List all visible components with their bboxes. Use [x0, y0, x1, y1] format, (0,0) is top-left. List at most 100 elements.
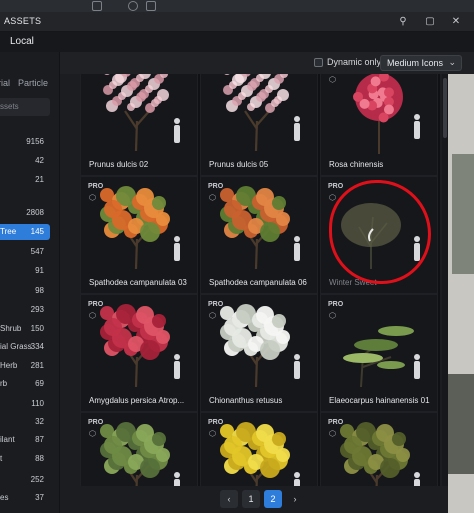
category-count: 69	[35, 379, 44, 388]
tab-material[interactable]: rial	[0, 78, 10, 88]
sidebar-category-row[interactable]: es 37	[0, 490, 50, 506]
pro-badge: PRO	[328, 419, 344, 426]
page-2-button[interactable]: 2	[264, 490, 282, 508]
sidebar-category-row[interactable]: 252	[0, 472, 50, 488]
sidebar-category-row[interactable]: Tree 145	[0, 224, 50, 240]
asset-tile[interactable]: PRO ⬡ Elaeocarpus hainanensis 01	[320, 294, 438, 412]
move-icon[interactable]	[92, 1, 102, 11]
sidebar-category-row[interactable]: t 88	[0, 451, 50, 467]
pro-badge: PRO	[88, 301, 104, 308]
asset-name: Amygdalus persica Atrop...	[89, 396, 185, 405]
sidebar-category-row[interactable]: Herb 281	[0, 358, 50, 374]
category-count: 32	[35, 417, 44, 426]
dynamic-only-checkbox[interactable]	[314, 58, 323, 67]
sidebar-category-row[interactable]: 110	[0, 396, 50, 412]
category-count: 293	[30, 305, 44, 314]
category-count: 9156	[26, 137, 44, 146]
category-label: Shrub	[0, 324, 22, 333]
prev-page-button[interactable]: ‹	[220, 490, 238, 508]
tree-thumbnail	[223, 74, 300, 152]
filter-bar: Dynamic only Medium Icons ⌄	[60, 52, 474, 74]
sidebar-category-row[interactable]: 293	[0, 302, 50, 318]
category-label: t	[0, 454, 3, 463]
category-count: 547	[30, 247, 44, 256]
search-input[interactable]: ssets	[0, 98, 50, 116]
pin-icon[interactable]: ⚲	[397, 16, 409, 28]
asset-tile[interactable]: ⬡ Rosa chinensis	[320, 74, 438, 176]
dynamic-cube-icon: ⬡	[329, 193, 336, 202]
sidebar-category-row[interactable]: ial Grass 334	[0, 339, 50, 355]
sidebar-category-row[interactable]: ilant 87	[0, 432, 50, 448]
category-label: rb	[0, 379, 8, 388]
category-count: 2808	[26, 208, 44, 217]
sidebar-category-row[interactable]: 91	[0, 263, 50, 279]
asset-tile[interactable]: Prunus dulcis 02	[80, 74, 198, 176]
asset-tile[interactable]: PRO ⬡	[320, 412, 438, 486]
dynamic-cube-icon: ⬡	[329, 429, 336, 438]
sidebar-category-row[interactable]: 98	[0, 283, 50, 299]
sidebar-category-row[interactable]: Shrub 150	[0, 321, 50, 337]
category-count: 37	[35, 493, 44, 502]
category-count: 252	[30, 475, 44, 484]
chevron-down-icon: ⌄	[448, 57, 456, 67]
panel-titlebar: ASSETS ⚲ ▢ ✕	[0, 12, 474, 32]
red-annotation-circle	[329, 180, 431, 284]
dynamic-cube-icon: ⬡	[89, 193, 96, 202]
category-count: 334	[30, 342, 44, 351]
category-count: 87	[35, 435, 44, 444]
tree-thumbnail	[100, 186, 180, 270]
sidebar-category-row[interactable]: 42	[0, 153, 50, 169]
page-1-button[interactable]: 1	[242, 490, 260, 508]
asset-tile[interactable]: PRO ⬡ Spathodea campanulata 06	[200, 176, 318, 294]
location-label[interactable]: Local	[10, 36, 34, 47]
asset-name: Elaeocarpus hainanensis 01	[329, 396, 430, 405]
sidebar-category-row[interactable]: 2808	[0, 205, 50, 221]
asset-tile[interactable]: PRO ⬡ Chionanthus retusus	[200, 294, 318, 412]
pro-badge: PRO	[208, 183, 224, 190]
dynamic-cube-icon: ⬡	[89, 311, 96, 320]
sidebar-category-row[interactable]: 32	[0, 414, 50, 430]
category-label: ial Grass	[0, 342, 32, 351]
category-label: ilant	[0, 435, 15, 444]
category-count: 145	[30, 227, 44, 236]
asset-tile[interactable]: PRO ⬡ Amygdalus persica Atrop...	[80, 294, 198, 412]
category-count: 150	[30, 324, 44, 333]
dynamic-only-label: Dynamic only	[327, 57, 382, 67]
icon-size-dropdown[interactable]: Medium Icons ⌄	[380, 55, 462, 71]
pro-badge: PRO	[88, 183, 104, 190]
search-placeholder: ssets	[0, 102, 19, 111]
pro-badge: PRO	[208, 419, 224, 426]
tree-thumbnail	[220, 186, 300, 270]
asset-name: Rosa chinensis	[329, 160, 384, 169]
dynamic-cube-icon: ⬡	[329, 75, 336, 84]
icon-size-value: Medium Icons	[387, 58, 444, 68]
scale-icon[interactable]	[146, 1, 156, 11]
sidebar-category-row[interactable]: 21	[0, 172, 50, 188]
tree-thumbnail	[353, 74, 420, 154]
category-count: 42	[35, 156, 44, 165]
dynamic-cube-icon: ⬡	[89, 429, 96, 438]
asset-name: Prunus dulcis 05	[209, 160, 269, 169]
top-toolbar-strip	[0, 0, 474, 12]
asset-tile[interactable]: Prunus dulcis 05	[200, 74, 318, 176]
asset-tile[interactable]: PRO ⬡	[80, 412, 198, 486]
next-page-button[interactable]: ›	[286, 490, 304, 508]
pro-badge: PRO	[328, 301, 344, 308]
sidebar-category-row[interactable]: rb 69	[0, 376, 50, 392]
asset-name: Spathodea campanulata 03	[89, 278, 187, 287]
category-count: 21	[35, 175, 44, 184]
tree-thumbnail	[100, 304, 180, 388]
scrollbar-thumb[interactable]	[443, 78, 447, 138]
rotate-icon[interactable]	[128, 1, 138, 11]
asset-tile[interactable]: PRO ⬡ Spathodea campanulata 03	[80, 176, 198, 294]
sidebar-category-row[interactable]: 547	[0, 244, 50, 260]
category-count: 281	[30, 361, 44, 370]
panel-title: ASSETS	[4, 16, 42, 26]
asset-tile[interactable]: PRO ⬡	[200, 412, 318, 486]
tree-thumbnail	[220, 304, 300, 388]
tab-particle[interactable]: Particle	[18, 78, 48, 88]
maximize-icon[interactable]: ▢	[424, 16, 436, 28]
sidebar-category-row[interactable]: 9156	[0, 134, 50, 150]
location-bar: Local	[0, 32, 474, 52]
close-icon[interactable]: ✕	[450, 16, 462, 28]
